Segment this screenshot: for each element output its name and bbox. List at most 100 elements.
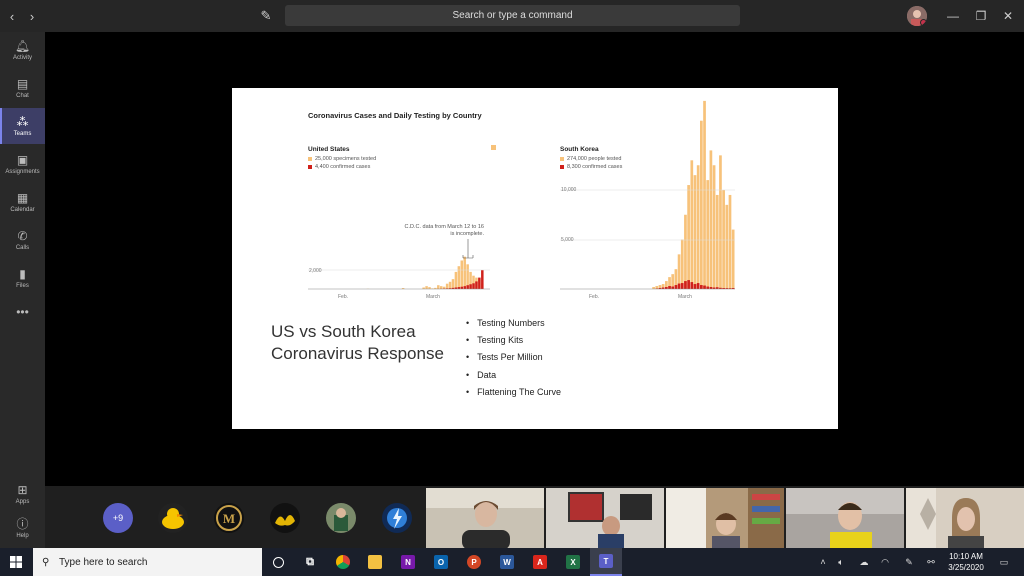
video-feed bbox=[786, 488, 904, 548]
rail-label: Apps bbox=[15, 499, 30, 505]
clock[interactable]: 10:10 AM 3/25/2020 bbox=[945, 551, 987, 573]
rail-item-calendar[interactable]: ▦ Calendar bbox=[0, 184, 45, 220]
notifications-icon[interactable]: ▭ bbox=[995, 548, 1013, 576]
duck-avatar[interactable] bbox=[158, 503, 188, 533]
video-participant-1[interactable] bbox=[426, 488, 544, 548]
teams-taskbar-button[interactable]: T bbox=[590, 548, 622, 576]
rail-item-teams[interactable]: ⁂ Teams bbox=[0, 108, 45, 144]
onenote-taskbar-button[interactable]: N bbox=[392, 548, 424, 576]
us-legend-confirmed: 4,400 confirmed cases bbox=[308, 164, 370, 170]
tested-bar bbox=[440, 286, 443, 289]
rail-item-assignments[interactable]: ▣ Assignments bbox=[0, 146, 45, 182]
jersey-avatar-image bbox=[326, 503, 356, 533]
chart-title: Coronavirus Cases and Daily Testing by C… bbox=[308, 111, 482, 120]
korea-xtick-march: March bbox=[678, 294, 692, 300]
video-participant-2[interactable] bbox=[546, 488, 664, 548]
word-taskbar-button[interactable]: W bbox=[491, 548, 523, 576]
confirmed-bar bbox=[466, 285, 469, 289]
tested-bar bbox=[687, 185, 690, 289]
acrobat-icon: A bbox=[533, 555, 547, 569]
onedrive-icon[interactable]: ☁ bbox=[855, 548, 873, 576]
tested-bar bbox=[700, 120, 703, 289]
close-icon[interactable]: ✕ bbox=[990, 0, 1024, 32]
rail-item-chat[interactable]: ▤ Chat bbox=[0, 70, 45, 106]
wifi-icon[interactable]: ◠ bbox=[876, 548, 894, 576]
video-participant-3[interactable] bbox=[666, 488, 784, 548]
confirmed-bar bbox=[684, 281, 687, 289]
powerpoint-taskbar-button[interactable]: P bbox=[458, 548, 490, 576]
shared-slide: 2,000 Feb. March 10,000 5,000 Feb. March… bbox=[232, 88, 838, 429]
confirmed-bar bbox=[703, 285, 706, 289]
excel-taskbar-button[interactable]: X bbox=[557, 548, 589, 576]
tested-bar bbox=[684, 214, 687, 289]
excel-icon: X bbox=[566, 555, 580, 569]
tested-bar bbox=[728, 194, 732, 289]
compose-icon[interactable]: ✎ bbox=[254, 0, 278, 32]
volume-icon[interactable]: 🔈︎ bbox=[832, 548, 850, 576]
tested-bar bbox=[680, 239, 684, 289]
korea-legend-confirmed: 8,300 confirmed cases bbox=[560, 164, 622, 170]
confirmed-bar bbox=[668, 286, 671, 289]
file-explorer-taskbar-button[interactable] bbox=[359, 548, 391, 576]
rail-item-activity[interactable]: 🔔︎ Activity bbox=[0, 32, 45, 68]
chevron-right-icon[interactable]: › bbox=[20, 0, 44, 32]
bullet-item: Testing Numbers bbox=[466, 314, 561, 331]
chevron-up-icon[interactable]: ˄ bbox=[814, 548, 832, 576]
confirmed-bar bbox=[671, 286, 675, 290]
rail-item-calls[interactable]: ✆ Calls bbox=[0, 222, 45, 258]
korea-panel-title: South Korea bbox=[560, 146, 599, 153]
confirmed-swatch bbox=[308, 165, 312, 169]
taskbar-search-input[interactable]: ⚲ Type here to search bbox=[33, 548, 262, 576]
korea-ytick-10000: 10,000 bbox=[561, 187, 577, 193]
teams-icon: ⁂ bbox=[16, 115, 29, 129]
confirmed-swatch bbox=[560, 165, 564, 169]
slide-heading: US vs South Korea Coronavirus Response bbox=[271, 322, 444, 363]
cortana-button[interactable] bbox=[262, 548, 294, 576]
app-rail: 🔔︎ Activity ▤ Chat ⁂ Teams ▣ Assignments ▦ Ca… bbox=[0, 32, 45, 548]
confirmed-bar bbox=[680, 283, 684, 289]
outlook-taskbar-button[interactable]: O bbox=[425, 548, 457, 576]
clock-time: 10:10 AM bbox=[949, 552, 983, 561]
acrobat-taskbar-button[interactable]: A bbox=[524, 548, 556, 576]
rail-item-help[interactable]: ⓘ Help bbox=[0, 510, 45, 546]
command-search-input[interactable]: Search or type a command bbox=[285, 5, 740, 26]
rail-label: Teams bbox=[13, 131, 32, 137]
rail-item-files[interactable]: ▮ Files bbox=[0, 260, 45, 296]
legend-label: 8,300 confirmed cases bbox=[567, 164, 623, 170]
overflow-participants-button[interactable]: +9 bbox=[103, 503, 133, 533]
tested-bar bbox=[696, 165, 700, 289]
word-icon: W bbox=[500, 555, 514, 569]
video-participant-4[interactable] bbox=[786, 488, 904, 548]
us-xtick-feb: Feb. bbox=[338, 294, 348, 300]
task-view-button[interactable]: ⧉ bbox=[294, 548, 326, 576]
video-participant-5[interactable] bbox=[906, 488, 1024, 548]
jersey-avatar[interactable] bbox=[326, 503, 356, 533]
confirmed-bar bbox=[687, 280, 690, 289]
rail-item-apps[interactable]: ⊞ Apps bbox=[0, 476, 45, 512]
presence-dot bbox=[920, 19, 927, 26]
tested-bar bbox=[451, 279, 455, 289]
confirmed-bar bbox=[472, 283, 475, 289]
tested-bar bbox=[437, 285, 440, 289]
link-icon[interactable]: ⚯ bbox=[922, 548, 940, 576]
windows-taskbar: ⚲ Type here to search ⧉ N O P W A X T ˄ … bbox=[0, 548, 1024, 576]
lightning-avatar[interactable] bbox=[382, 503, 412, 533]
legend-label: 25,000 specimens tested bbox=[315, 156, 377, 162]
more-apps-button[interactable]: ••• bbox=[0, 294, 45, 330]
chrome-taskbar-button[interactable] bbox=[327, 548, 359, 576]
us-xtick-march: March bbox=[426, 294, 440, 300]
teams-icon: T bbox=[599, 554, 613, 568]
rail-label: Activity bbox=[12, 55, 32, 61]
us-panel-title: United States bbox=[308, 146, 350, 153]
tested-swatch bbox=[560, 157, 564, 161]
profile-avatar[interactable] bbox=[907, 6, 927, 26]
onenote-icon: N bbox=[401, 555, 415, 569]
phoenix-avatar[interactable] bbox=[270, 503, 300, 533]
tested-bar bbox=[457, 266, 461, 289]
start-button[interactable] bbox=[0, 548, 32, 576]
pen-icon[interactable]: ✎ bbox=[900, 548, 918, 576]
rail-label: Files bbox=[16, 283, 29, 289]
search-icon: ⚲ bbox=[42, 556, 50, 568]
bell-icon: 🔔︎ bbox=[14, 39, 31, 53]
mustang-avatar[interactable]: M bbox=[214, 503, 244, 533]
